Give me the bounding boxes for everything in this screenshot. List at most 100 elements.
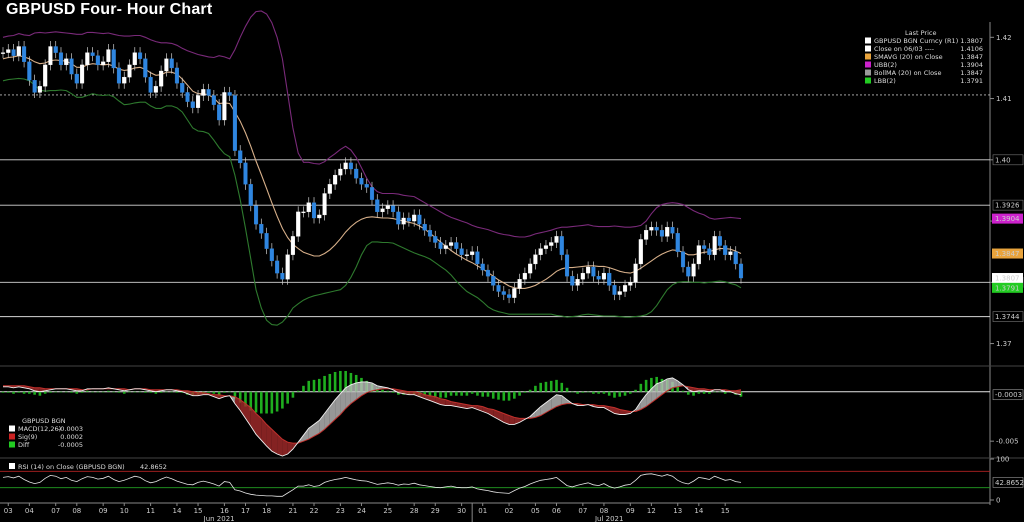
macd-histogram-bar <box>618 391 622 397</box>
candle-body <box>338 168 343 176</box>
candle-body <box>459 248 464 255</box>
macd-histogram-bar <box>497 391 500 400</box>
candle-body <box>174 67 180 84</box>
macd-histogram-bar <box>565 387 569 392</box>
legend-label: UBB(2) <box>874 61 897 69</box>
macd-histogram-bar <box>281 391 284 409</box>
macd-histogram-bar <box>317 378 321 392</box>
macd-histogram-bar <box>149 391 152 393</box>
macd-histogram-bar <box>286 391 289 404</box>
candle-body <box>391 205 396 213</box>
candle-body <box>69 58 74 75</box>
candle-body <box>32 80 37 93</box>
macd-histogram-bar <box>64 391 68 393</box>
price-tag-label: 1.3847 <box>995 250 1020 258</box>
legend-value: 1.3807 <box>960 37 983 45</box>
legend-swatch <box>865 45 871 52</box>
candle-body <box>232 95 237 151</box>
candle-body <box>180 83 185 93</box>
legend-value: 1.3791 <box>960 77 983 85</box>
candle-body <box>491 276 496 286</box>
macd-histogram-bar <box>223 391 226 393</box>
macd-histogram-bar <box>43 391 47 394</box>
candle-body <box>217 104 222 121</box>
x-tick-label: 15 <box>721 507 730 515</box>
macd-histogram-bar <box>518 391 521 396</box>
candle-body <box>64 58 69 66</box>
candle-body <box>680 251 686 268</box>
candle-body <box>617 291 622 295</box>
candle-body <box>159 70 164 87</box>
candle-body <box>422 223 427 231</box>
legend-label: GBPUSD BGN Curncy (R1) <box>874 37 958 45</box>
candle-body <box>222 92 227 121</box>
x-tick-label: 11 <box>146 507 155 515</box>
candle-body <box>264 233 269 249</box>
candle-body <box>248 184 253 206</box>
x-tick-label: 28 <box>410 507 419 515</box>
macd-histogram-bar <box>528 389 532 392</box>
x-tick-label: 16 <box>220 507 229 515</box>
month-label: Jul 2021 <box>594 515 624 522</box>
macd-histogram-bar <box>101 391 105 393</box>
candle-body <box>591 266 596 277</box>
candle-body <box>343 162 348 170</box>
macd-histogram-bar <box>265 391 268 414</box>
rsi-legend-swatch <box>9 463 15 469</box>
candle-body <box>359 178 364 185</box>
macd-histogram-bar <box>22 391 26 394</box>
macd-histogram-bar <box>629 391 632 394</box>
x-tick-label: 14 <box>694 507 703 515</box>
macd-histogram-bar <box>602 391 606 394</box>
candle-body <box>148 76 153 93</box>
macd-histogram-bar <box>470 391 474 394</box>
candle-body <box>243 162 248 185</box>
candle-body <box>333 174 338 185</box>
candle-body <box>480 263 485 271</box>
candle-body <box>58 52 64 66</box>
x-tick-label: 15 <box>194 507 203 515</box>
macd-histogram-bar <box>697 391 701 394</box>
candle-body <box>517 279 522 289</box>
candle-body <box>138 52 143 59</box>
candle-body <box>659 230 664 237</box>
macd-histogram-bar <box>718 391 722 393</box>
macd-histogram-bar <box>296 390 300 392</box>
candle-body <box>37 86 42 93</box>
macd-histogram-bar <box>275 391 279 412</box>
candle-body <box>728 251 733 255</box>
candle-body <box>738 263 744 279</box>
candle-body <box>675 233 680 252</box>
candle-body <box>53 46 58 53</box>
sma20-line <box>2 55 742 289</box>
rsi-value-label: 42.8652 <box>995 479 1024 487</box>
candle-body <box>322 193 327 216</box>
macd-legend-swatch <box>9 425 15 432</box>
candle-body <box>406 217 411 222</box>
legend-swatch <box>865 77 871 84</box>
candle-body <box>301 211 306 214</box>
candle-body <box>143 58 148 78</box>
candle-body <box>238 150 243 164</box>
candle-body <box>559 236 564 255</box>
candle-body <box>622 285 628 292</box>
macd-histogram-bar <box>555 379 558 392</box>
x-tick-label: 21 <box>288 507 297 515</box>
x-tick-label: 30 <box>457 507 466 515</box>
candle-body <box>206 89 211 96</box>
macd-histogram-bar <box>681 390 685 392</box>
macd-legend-value: 0.0002 <box>60 433 83 441</box>
macd-histogram-bar <box>12 391 15 394</box>
macd-histogram-bar <box>539 382 542 392</box>
macd-histogram-bar <box>523 391 527 393</box>
x-tick-label: 22 <box>310 507 319 515</box>
macd-histogram-bar <box>307 380 311 392</box>
x-tick-label: 01 <box>478 507 487 515</box>
x-tick-label: 10 <box>120 507 129 515</box>
macd-histogram-bar <box>159 391 163 393</box>
macd-signal-fill <box>277 434 283 456</box>
x-tick-label: 09 <box>626 507 635 515</box>
legend-value: 1.3847 <box>960 53 983 61</box>
candle-body <box>522 272 527 280</box>
candle-body <box>317 214 322 219</box>
